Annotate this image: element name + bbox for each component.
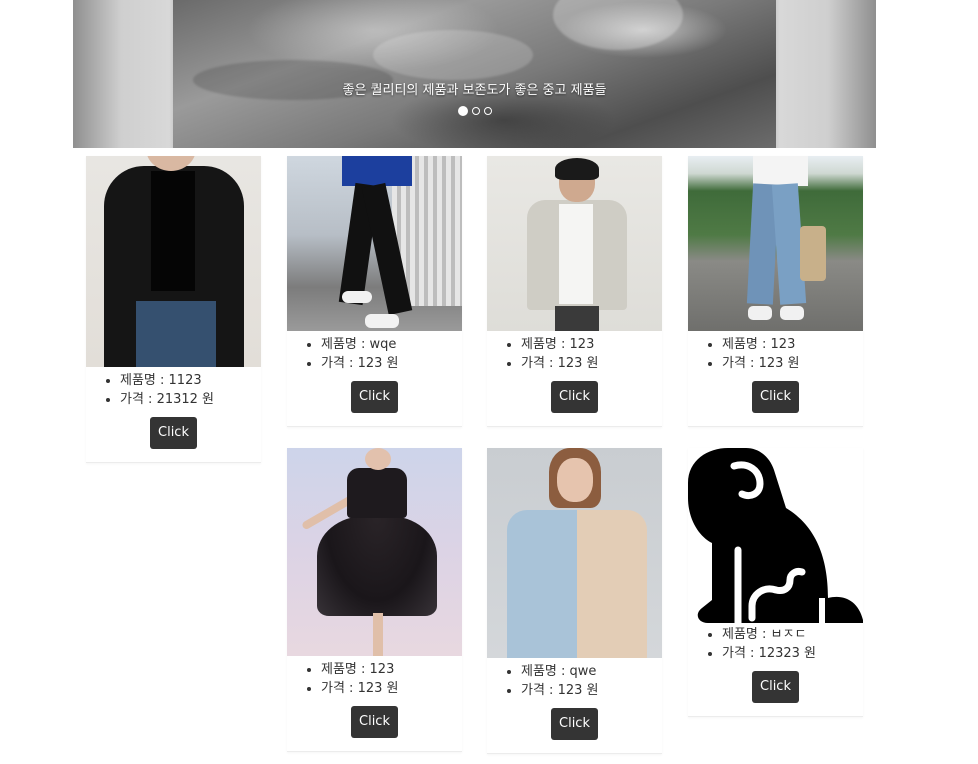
fabric-fold: [553, 0, 683, 50]
leg-shape: [373, 613, 383, 656]
product-image-dog[interactable]: [688, 448, 863, 623]
product-info-list: 제품명 : wqe 가격 : 123 원: [287, 335, 462, 373]
product-card: 제품명 : 1123 가격 : 21312 원 Click: [86, 156, 261, 463]
product-price: 가격 : 123 원: [722, 354, 863, 373]
product-info-list: 제품명 : 123 가격 : 123 원: [688, 335, 863, 373]
bag-shape: [800, 226, 826, 281]
carousel-indicator-3[interactable]: [483, 107, 492, 115]
skirt-shape: [317, 516, 437, 616]
click-button[interactable]: Click: [752, 671, 799, 703]
click-button[interactable]: Click: [551, 708, 598, 740]
shirt-shape: [151, 171, 195, 291]
hero-carousel[interactable]: 좋은 퀄리티의 제품과 보존도가 좋은 중고 제품들: [73, 0, 876, 148]
pants-shape: [555, 306, 599, 331]
product-card: 제품명 : 123 가격 : 123 원 Click: [287, 448, 462, 752]
carousel-indicator-1[interactable]: [457, 106, 468, 116]
click-button[interactable]: Click: [752, 381, 799, 413]
shoe-shape: [365, 314, 399, 328]
product-info-list: 제품명 : 123 가격 : 123 원: [487, 335, 662, 373]
click-button[interactable]: Click: [351, 381, 398, 413]
product-price: 가격 : 123 원: [321, 679, 462, 698]
product-image-track-pants[interactable]: [287, 156, 462, 331]
product-price: 가격 : 123 원: [521, 681, 662, 700]
product-name: 제품명 : 123: [722, 335, 863, 354]
product-info-list: 제품명 : qwe 가격 : 123 원: [487, 662, 662, 700]
product-info-list: 제품명 : ㅂㅈㄷ 가격 : 12323 원: [688, 625, 863, 663]
product-card: 제품명 : ㅂㅈㄷ 가격 : 12323 원 Click: [688, 448, 863, 717]
head-shape: [365, 448, 391, 470]
top-shape: [342, 156, 412, 186]
hair-shape: [555, 158, 599, 180]
product-image-jeans[interactable]: [688, 156, 863, 331]
jeans-shape: [136, 301, 216, 367]
product-image-black-blazer[interactable]: [86, 156, 261, 367]
product-name: 제품명 : ㅂㅈㄷ: [722, 625, 863, 644]
product-name: 제품명 : 1123: [120, 371, 261, 390]
product-info-list: 제품명 : 123 가격 : 123 원: [287, 660, 462, 698]
dog-icon: [688, 448, 863, 623]
product-card: 제품명 : 123 가격 : 123 원 Click: [487, 156, 662, 427]
carousel-indicator-2[interactable]: [471, 107, 480, 115]
shoe-shape: [748, 306, 772, 320]
shirt-left-shape: [507, 510, 577, 658]
shoe-shape: [342, 291, 372, 303]
product-name: 제품명 : 123: [321, 660, 462, 679]
carousel-slide-image: [173, 0, 776, 148]
product-card: 제품명 : qwe 가격 : 123 원 Click: [487, 448, 662, 754]
product-name: 제품명 : wqe: [321, 335, 462, 354]
product-image-two-tone-shirt[interactable]: [487, 448, 662, 658]
face-shape: [557, 458, 593, 502]
carousel-indicators: [73, 106, 876, 116]
click-button[interactable]: Click: [351, 706, 398, 738]
product-price: 가격 : 123 원: [521, 354, 662, 373]
product-price: 가격 : 12323 원: [722, 644, 863, 663]
bodice-shape: [347, 468, 407, 518]
product-price: 가격 : 21312 원: [120, 390, 261, 409]
product-image-light-jacket[interactable]: [487, 156, 662, 331]
product-price: 가격 : 123 원: [321, 354, 462, 373]
fabric-fold: [373, 30, 533, 80]
page: 좋은 퀄리티의 제품과 보존도가 좋은 중고 제품들 제품명 : 1123 가격…: [0, 0, 978, 764]
product-image-black-dress[interactable]: [287, 448, 462, 656]
carousel-caption: 좋은 퀄리티의 제품과 보존도가 좋은 중고 제품들: [342, 83, 607, 98]
tee-shape: [753, 156, 808, 186]
shoe-shape: [780, 306, 804, 320]
product-card: 제품명 : wqe 가격 : 123 원 Click: [287, 156, 462, 427]
click-button[interactable]: Click: [150, 417, 197, 449]
click-button[interactable]: Click: [551, 381, 598, 413]
tee-shape: [559, 204, 593, 304]
product-name: 제품명 : qwe: [521, 662, 662, 681]
product-name: 제품명 : 123: [521, 335, 662, 354]
product-card: 제품명 : 123 가격 : 123 원 Click: [688, 156, 863, 427]
product-info-list: 제품명 : 1123 가격 : 21312 원: [86, 371, 261, 409]
shirt-right-shape: [577, 510, 647, 658]
